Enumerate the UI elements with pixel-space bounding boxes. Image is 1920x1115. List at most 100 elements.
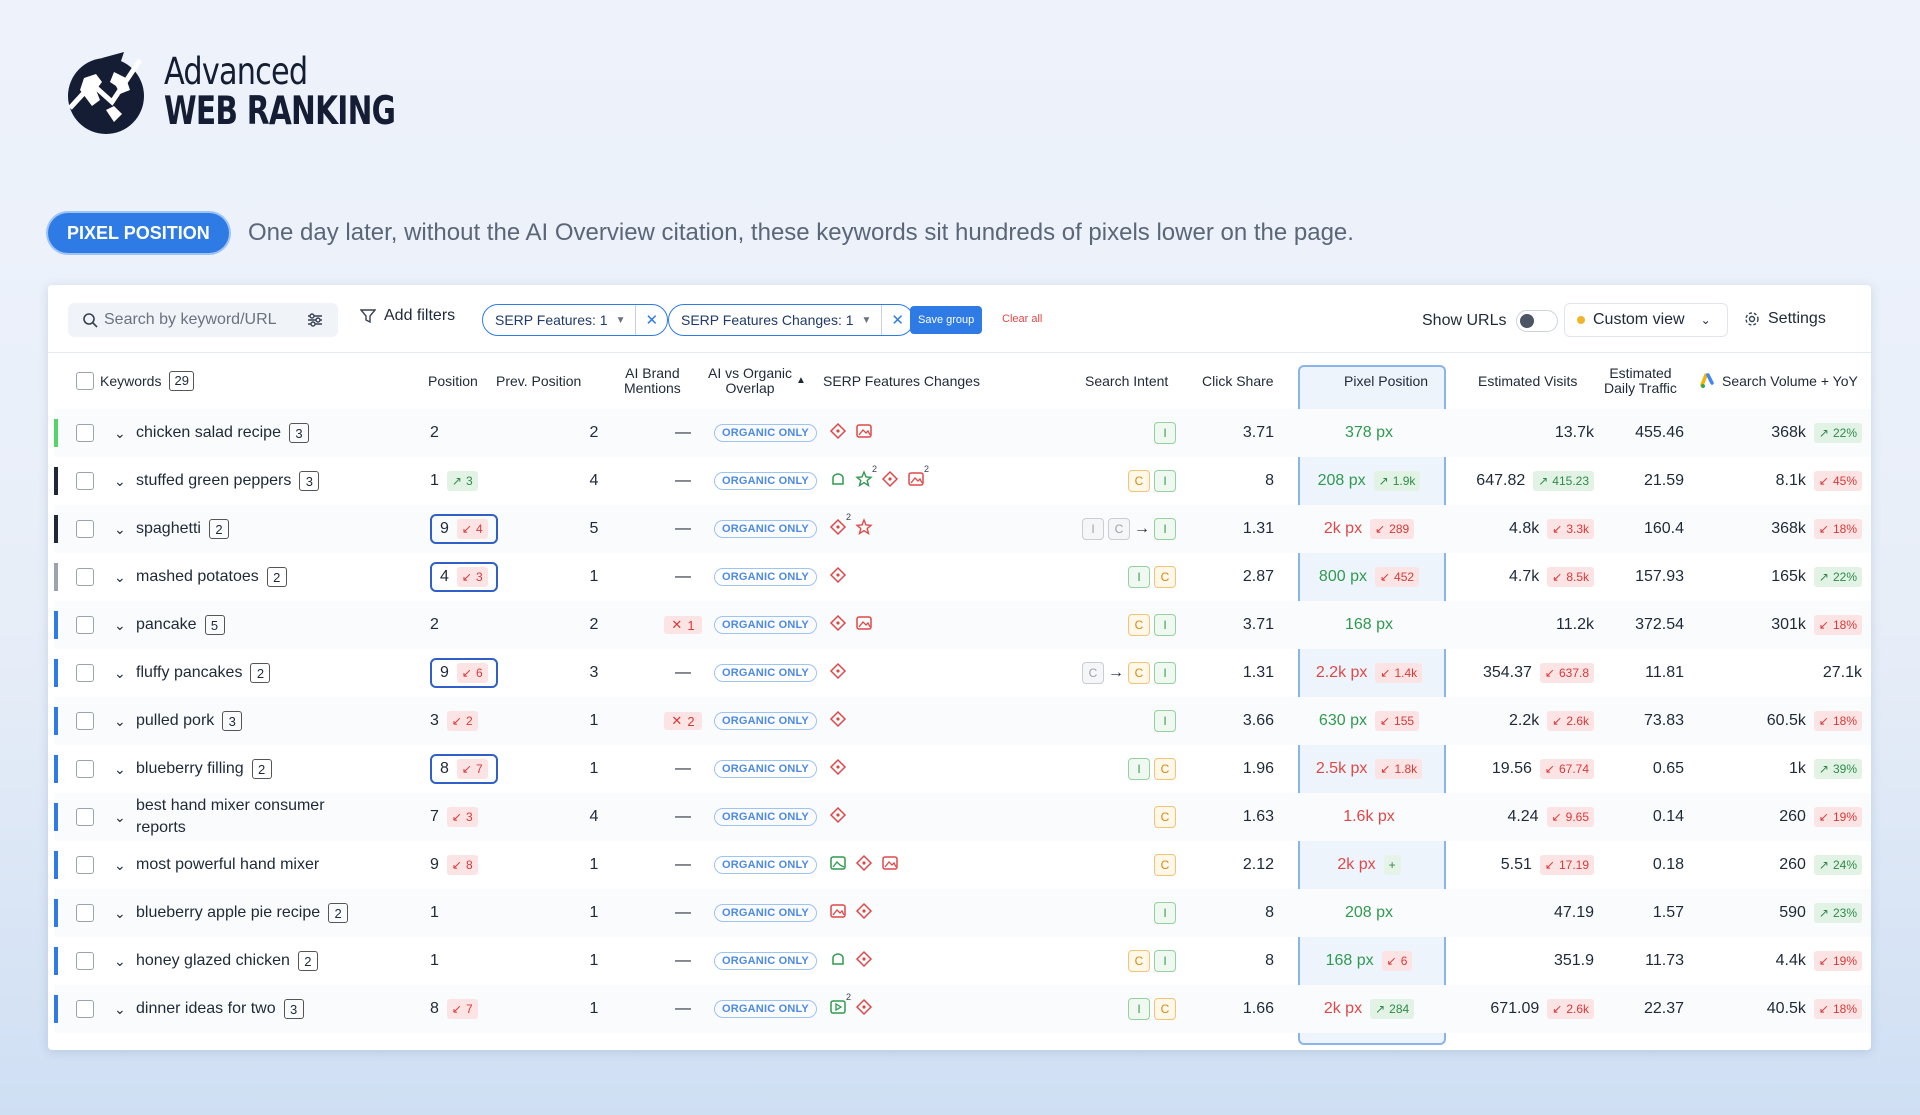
select-all[interactable] xyxy=(76,353,94,409)
keyword-text[interactable]: dinner ideas for two xyxy=(136,1000,276,1018)
serp-features-chip[interactable]: SERP Features: 1 ▼ ✕ xyxy=(482,304,669,336)
keyword-cell[interactable]: mashed potatoes 2 xyxy=(136,553,287,601)
expand-toggle[interactable]: ⌄ xyxy=(114,841,126,889)
row-checkbox-cell[interactable] xyxy=(76,505,94,553)
row-checkbox-cell[interactable] xyxy=(76,841,94,889)
table-row[interactable]: ⌄ fluffy pancakes 2 9 ↙ 6 3— ORGANIC ONLY C → C I 1.… xyxy=(54,649,1871,697)
keyword-cell[interactable]: chicken salad recipe 3 xyxy=(136,409,309,457)
chevron-down-icon[interactable]: ⌄ xyxy=(114,953,126,970)
row-checkbox-cell[interactable] xyxy=(76,793,94,841)
keyword-cell[interactable]: stuffed green peppers 3 xyxy=(136,457,320,505)
expand-toggle[interactable]: ⌄ xyxy=(114,457,126,505)
save-group-button[interactable]: Save group xyxy=(910,306,983,334)
keyword-text[interactable]: honey glazed chicken xyxy=(136,952,290,970)
expand-toggle[interactable]: ⌄ xyxy=(114,745,126,793)
row-checkbox-cell[interactable] xyxy=(76,985,94,1033)
row-checkbox-cell[interactable] xyxy=(76,409,94,457)
chevron-down-icon[interactable]: ⌄ xyxy=(114,905,126,922)
keyword-text[interactable]: most powerful hand mixer xyxy=(136,856,319,874)
table-row[interactable]: ⌄ blueberry apple pie recipe 2 1 1 — ORGANIC O… xyxy=(54,889,1871,937)
toggle-switch[interactable] xyxy=(1516,310,1559,332)
keyword-text[interactable]: blueberry apple pie recipe xyxy=(136,904,320,922)
keyword-text[interactable]: best hand mixer consumer reports xyxy=(136,795,346,840)
row-checkbox[interactable] xyxy=(76,664,94,682)
table-row[interactable]: ⌄ most powerful hand mixer 9 ↙ 8 1— ORGANIC ON… xyxy=(54,841,1871,889)
expand-toggle[interactable]: ⌄ xyxy=(114,409,126,457)
keyword-text[interactable]: mashed potatoes xyxy=(136,568,259,586)
show-urls-toggle[interactable]: Show URLs xyxy=(1422,310,1559,332)
chevron-down-icon[interactable]: ⌄ xyxy=(114,521,126,538)
keyword-cell[interactable]: most powerful hand mixer xyxy=(136,841,319,889)
expand-toggle[interactable]: ⌄ xyxy=(114,793,126,841)
custom-view-select[interactable]: Custom view ⌄ xyxy=(1564,303,1728,337)
col-serp-features-changes[interactable]: SERP Features Changes xyxy=(823,353,980,409)
keyword-cell[interactable]: pulled pork 3 xyxy=(136,697,243,745)
expand-toggle[interactable]: ⌄ xyxy=(114,937,126,985)
row-checkbox-cell[interactable] xyxy=(76,745,94,793)
keyword-cell[interactable]: spaghetti 2 xyxy=(136,505,229,553)
chevron-down-icon[interactable]: ⌄ xyxy=(114,473,126,490)
chevron-down-icon[interactable]: ⌄ xyxy=(114,857,126,874)
col-estimated-daily-traffic[interactable]: Estimated Daily Traffic xyxy=(1604,353,1677,409)
row-checkbox[interactable] xyxy=(76,808,94,826)
keyword-cell[interactable]: dinner ideas for two 3 xyxy=(136,985,304,1033)
keyword-text[interactable]: pancake xyxy=(136,616,197,634)
expand-toggle[interactable]: ⌄ xyxy=(114,697,126,745)
clear-all-link[interactable]: Clear all xyxy=(1002,313,1042,325)
row-checkbox-cell[interactable] xyxy=(76,601,94,649)
keyword-cell[interactable]: blueberry apple pie recipe 2 xyxy=(136,889,349,937)
row-checkbox[interactable] xyxy=(76,472,94,490)
chevron-down-icon[interactable]: ⌄ xyxy=(114,761,126,778)
row-checkbox[interactable] xyxy=(76,904,94,922)
chevron-down-icon[interactable]: ⌄ xyxy=(114,809,126,826)
sliders-icon[interactable] xyxy=(306,311,324,329)
close-icon[interactable]: ✕ xyxy=(881,305,913,335)
col-ai-organic-overlap[interactable]: AI vs Organic Overlap xyxy=(708,353,792,409)
chevron-down-icon[interactable]: ⌄ xyxy=(114,569,126,586)
table-row[interactable]: ⌄ pancake 5 2 2 ✕ 1 ORGANIC ONLY C I 3.71 168 px 11.… xyxy=(54,601,1871,649)
keyword-text[interactable]: fluffy pancakes xyxy=(136,664,242,682)
chevron-down-icon[interactable]: ⌄ xyxy=(114,617,126,634)
keyword-text[interactable]: blueberry filling xyxy=(136,760,244,778)
chevron-down-icon[interactable]: ⌄ xyxy=(114,425,126,442)
sort-up-icon[interactable]: ▲ xyxy=(796,353,806,409)
row-checkbox-cell[interactable] xyxy=(76,889,94,937)
keyword-cell[interactable]: honey glazed chicken 2 xyxy=(136,937,318,985)
table-row[interactable]: ⌄ pulled pork 3 3 ↙ 2 1 ✕ 2 ORGANIC ONLY I 3.66 630 … xyxy=(54,697,1871,745)
keyword-cell[interactable]: fluffy pancakes 2 xyxy=(136,649,271,697)
col-prev-position[interactable]: Prev. Position xyxy=(496,353,581,409)
table-row[interactable]: ⌄ mashed potatoes 2 4 ↙ 3 1— ORGANIC ONLY I C 2.87… xyxy=(54,553,1871,601)
search-input[interactable]: Search by keyword/URL xyxy=(68,303,338,337)
row-checkbox-cell[interactable] xyxy=(76,553,94,601)
col-ai-brand-mentions[interactable]: AI Brand Mentions xyxy=(624,353,681,409)
close-icon[interactable]: ✕ xyxy=(635,305,667,335)
table-row[interactable]: ⌄ honey glazed chicken 2 1 1 — ORGANIC ONLY C I 8… xyxy=(54,937,1871,985)
row-checkbox[interactable] xyxy=(76,712,94,730)
keyword-cell[interactable]: best hand mixer consumer reports xyxy=(136,793,346,841)
expand-toggle[interactable]: ⌄ xyxy=(114,505,126,553)
keyword-text[interactable]: pulled pork xyxy=(136,712,214,730)
row-checkbox[interactable] xyxy=(76,616,94,634)
table-row[interactable]: ⌄ blueberry filling 2 8 ↙ 7 1— ORGANIC ONLY I C 1.… xyxy=(54,745,1871,793)
table-row[interactable]: ⌄ best hand mixer consumer reports 7 ↙ 3 4— OR… xyxy=(54,793,1871,841)
row-checkbox-cell[interactable] xyxy=(76,937,94,985)
col-pixel-position[interactable]: Pixel Position xyxy=(1344,353,1428,409)
keyword-cell[interactable]: blueberry filling 2 xyxy=(136,745,272,793)
col-click-share[interactable]: Click Share xyxy=(1202,353,1274,409)
table-row[interactable]: ⌄ stuffed green peppers 3 1 ↗ 3 4— ORGANIC ONLY… xyxy=(54,457,1871,505)
chevron-down-icon[interactable]: ⌄ xyxy=(114,665,126,682)
select-all-checkbox[interactable] xyxy=(76,372,94,390)
col-search-intent[interactable]: Search Intent xyxy=(1085,353,1168,409)
add-filters-button[interactable]: Add filters xyxy=(360,307,455,325)
settings-button[interactable]: Settings xyxy=(1744,310,1826,328)
table-row[interactable]: ⌄ spaghetti 2 9 ↙ 4 5— ORGANIC ONLY 2 I C → I 1.31 2k … xyxy=(54,505,1871,553)
row-checkbox-cell[interactable] xyxy=(76,649,94,697)
col-keywords[interactable]: Keywords 29 xyxy=(100,353,194,409)
row-checkbox[interactable] xyxy=(76,568,94,586)
row-checkbox[interactable] xyxy=(76,424,94,442)
keyword-text[interactable]: chicken salad recipe xyxy=(136,424,281,442)
chevron-down-icon[interactable]: ⌄ xyxy=(114,1001,126,1018)
row-checkbox[interactable] xyxy=(76,856,94,874)
row-checkbox-cell[interactable] xyxy=(76,457,94,505)
row-checkbox[interactable] xyxy=(76,520,94,538)
